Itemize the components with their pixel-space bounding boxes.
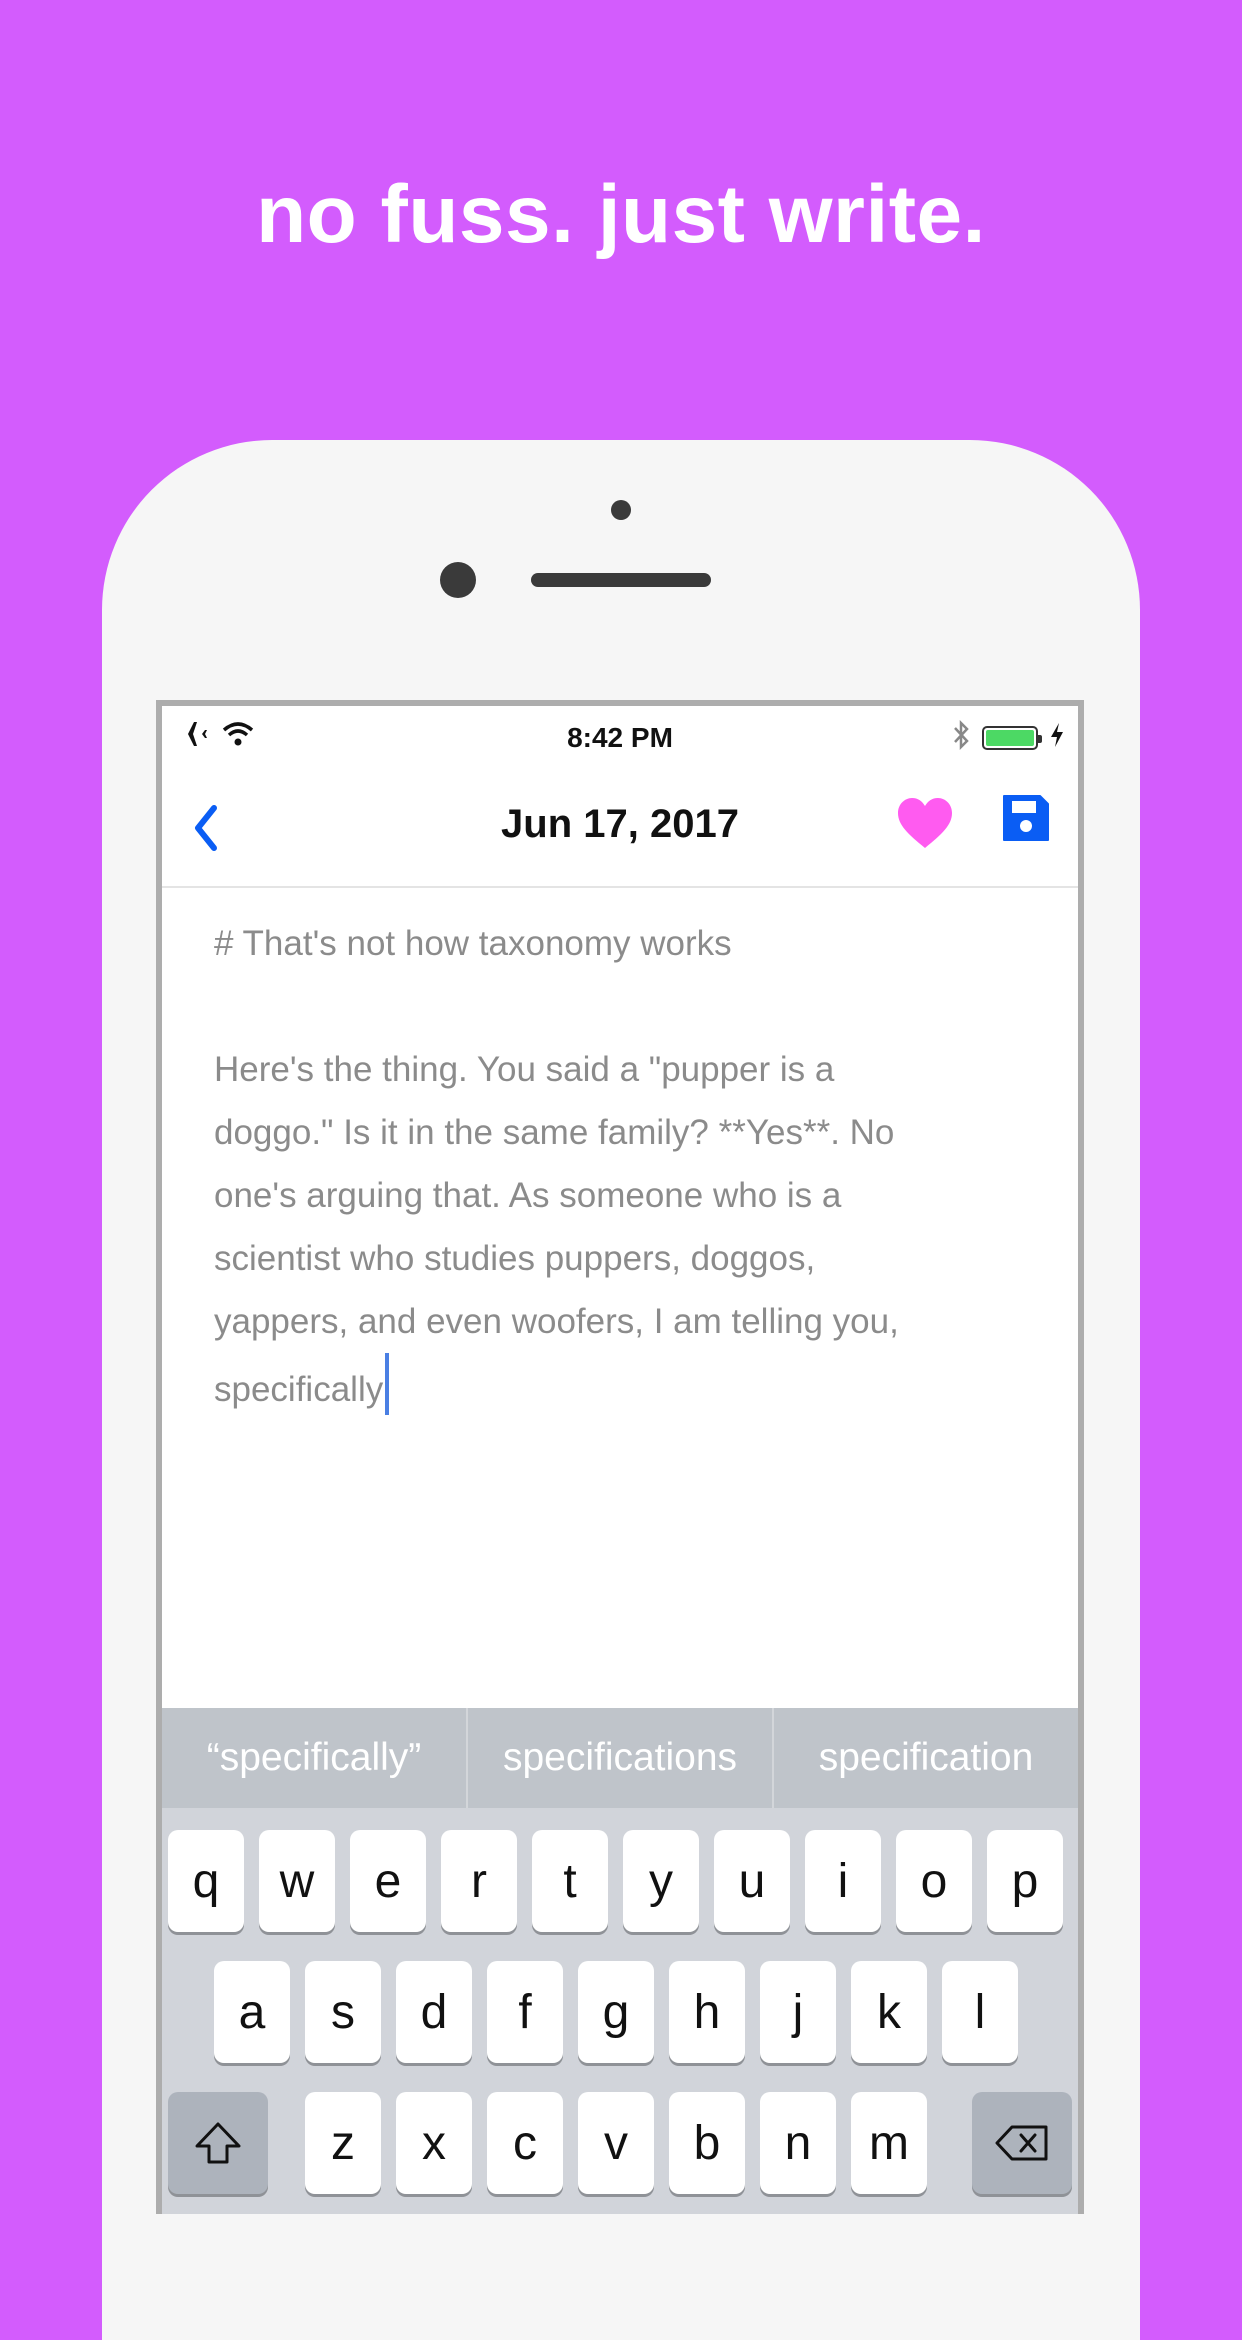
battery-icon — [982, 725, 1042, 750]
status-bar: 8:42 PM — [162, 706, 1078, 772]
key-z[interactable]: z — [305, 2092, 381, 2194]
key-c[interactable]: c — [487, 2092, 563, 2194]
delete-key[interactable] — [972, 2092, 1072, 2194]
editor-body-line: yappers, and even woofers, I am telling … — [214, 1302, 899, 1341]
floppy-disk-icon — [1003, 795, 1049, 841]
editor-last-line: specifically — [214, 1353, 1014, 1421]
key-p[interactable]: p — [987, 1830, 1063, 1932]
editor-body-line: specifically — [214, 1370, 384, 1409]
key-i[interactable]: i — [805, 1830, 881, 1932]
key-k[interactable]: k — [851, 1961, 927, 2063]
key-r[interactable]: r — [441, 1830, 517, 1932]
editor-body-line: doggo." Is it in the same family? **Yes*… — [214, 1113, 895, 1152]
bluetooth-icon — [952, 719, 970, 755]
charging-icon — [1050, 723, 1064, 752]
status-time: 8:42 PM — [567, 722, 673, 753]
keyboard: q w e r t y u i o p a s d f g h j k l z … — [162, 1808, 1078, 2214]
suggestion-item[interactable]: specifications — [468, 1708, 774, 1808]
key-y[interactable]: y — [623, 1830, 699, 1932]
key-x[interactable]: x — [396, 2092, 472, 2194]
suggestion-item[interactable]: specification — [774, 1708, 1078, 1808]
text-cursor — [385, 1353, 390, 1415]
headline: no fuss. just write. — [256, 169, 986, 260]
key-a[interactable]: a — [214, 1961, 290, 2063]
backspace-icon — [995, 2125, 1048, 2161]
key-f[interactable]: f — [487, 1961, 563, 2063]
key-v[interactable]: v — [578, 2092, 654, 2194]
key-l[interactable]: l — [942, 1961, 1018, 2063]
editor-heading-line: # That's not how taxonomy works — [214, 924, 732, 963]
key-e[interactable]: e — [350, 1830, 426, 1932]
suggestion-item[interactable]: “specifically” — [162, 1708, 468, 1808]
editor-body-line: scientist who studies puppers, doggos, — [214, 1239, 816, 1278]
front-camera — [440, 562, 476, 598]
editor-body-line: one's arguing that. As someone who is a — [214, 1176, 842, 1215]
predictive-bar: “specifically” specifications specificat… — [162, 1708, 1078, 1808]
key-t[interactable]: t — [532, 1830, 608, 1932]
key-b[interactable]: b — [669, 2092, 745, 2194]
editor-body-line: Here's the thing. You said a "pupper is … — [214, 1050, 835, 1089]
heart-icon — [898, 798, 952, 848]
proximity-sensor — [611, 500, 631, 520]
text-editor[interactable]: # That's not how taxonomy works Here's t… — [214, 912, 1014, 1421]
key-h[interactable]: h — [669, 1961, 745, 2063]
favorite-button[interactable] — [896, 796, 954, 852]
shift-icon — [195, 2122, 241, 2164]
key-d[interactable]: d — [396, 1961, 472, 2063]
shift-key[interactable] — [168, 2092, 268, 2194]
save-button[interactable] — [1000, 792, 1052, 844]
earpiece-speaker — [531, 573, 711, 587]
key-q[interactable]: q — [168, 1830, 244, 1932]
key-w[interactable]: w — [259, 1830, 335, 1932]
key-g[interactable]: g — [578, 1961, 654, 2063]
key-m[interactable]: m — [851, 2092, 927, 2194]
navigation-bar: Jun 17, 2017 — [162, 772, 1078, 888]
key-n[interactable]: n — [760, 2092, 836, 2194]
key-u[interactable]: u — [714, 1830, 790, 1932]
key-j[interactable]: j — [760, 1961, 836, 2063]
phone-screen: 8:42 PM Jun 17, 2017 # That's not how ta… — [156, 700, 1084, 2214]
key-o[interactable]: o — [896, 1830, 972, 1932]
key-s[interactable]: s — [305, 1961, 381, 2063]
